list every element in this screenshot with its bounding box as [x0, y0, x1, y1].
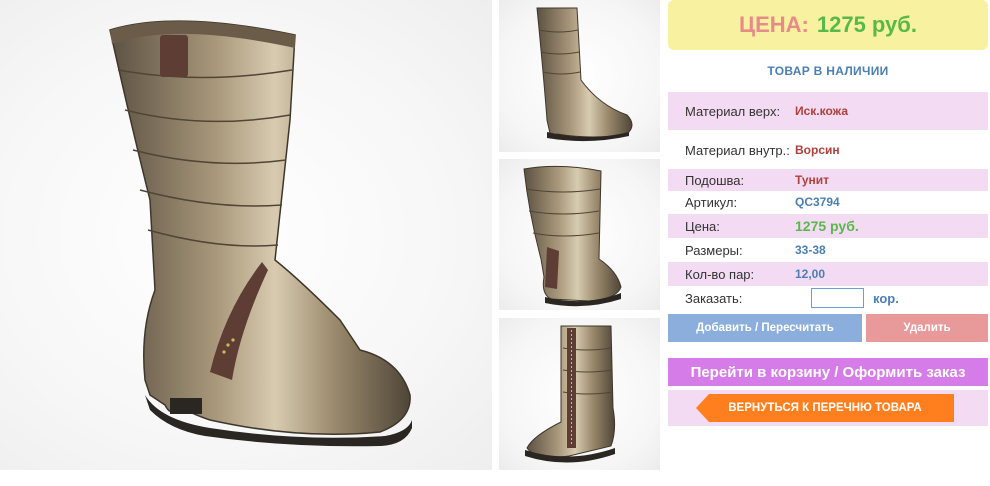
spec-row-pairs: Кол-во пар: 12,00	[668, 262, 988, 286]
price-banner: ЦЕНА: 1275 руб.	[668, 0, 988, 50]
back-button-container: ВЕРНУТЬСЯ К ПЕРЕЧНЮ ТОВАРА	[668, 390, 988, 426]
spec-value: 1275 руб.	[795, 218, 859, 234]
boot-side-icon	[536, 7, 633, 142]
spec-label: Кол-во пар:	[685, 266, 755, 282]
spec-value: Тунит	[795, 173, 830, 187]
spec-label: Подошва:	[685, 172, 745, 188]
spec-value: 33-38	[795, 243, 826, 257]
delete-button[interactable]: Удалить	[866, 314, 988, 342]
price-label: ЦЕНА:	[739, 12, 809, 37]
spec-row-lining: Материал внутр.: Ворсин	[668, 131, 988, 169]
spec-label: Материал внутр.:	[685, 142, 790, 158]
price-value: 1275 руб.	[816, 12, 917, 37]
spec-row-price: Цена: 1275 руб.	[668, 214, 988, 238]
boot-front-icon	[523, 165, 622, 307]
spec-value: Ворсин	[795, 143, 840, 157]
order-quantity-input[interactable]	[811, 288, 864, 308]
spec-label: Артикул:	[685, 194, 738, 210]
spec-value: 12,00	[795, 267, 826, 281]
back-to-list-button[interactable]: ВЕРНУТЬСЯ К ПЕРЕЧНЮ ТОВАРА	[696, 394, 954, 422]
go-to-cart-button[interactable]: Перейти в корзину / Оформить заказ	[668, 358, 988, 386]
spec-value: QC3794	[795, 195, 840, 209]
thumbnail-zipper-view[interactable]	[499, 318, 660, 470]
spec-label: Размеры:	[685, 242, 743, 258]
add-recalculate-button[interactable]: Добавить / Пересчитать	[668, 314, 862, 342]
order-label: Заказать:	[685, 290, 743, 306]
order-row: Заказать: кор.	[668, 286, 988, 310]
thumbnail-side-view[interactable]	[499, 0, 660, 152]
spec-row-upper-material: Материал верх: Иск.кожа	[668, 92, 988, 130]
order-unit: кор.	[873, 290, 899, 306]
spec-value: Иск.кожа	[795, 104, 848, 118]
spec-row-sole: Подошва: Тунит	[668, 169, 988, 191]
spec-row-sizes: Размеры: 33-38	[668, 238, 988, 262]
main-product-image[interactable]	[0, 0, 492, 470]
stock-status: ТОВАР В НАЛИЧИИ	[767, 64, 889, 78]
thumbnail-front-view[interactable]	[499, 159, 660, 310]
spec-row-article: Артикул: QC3794	[668, 191, 988, 213]
boot-zipper-icon	[525, 325, 616, 463]
spec-label: Цена:	[685, 218, 720, 234]
spec-label: Материал верх:	[685, 103, 781, 119]
boot-illustration	[109, 20, 412, 447]
